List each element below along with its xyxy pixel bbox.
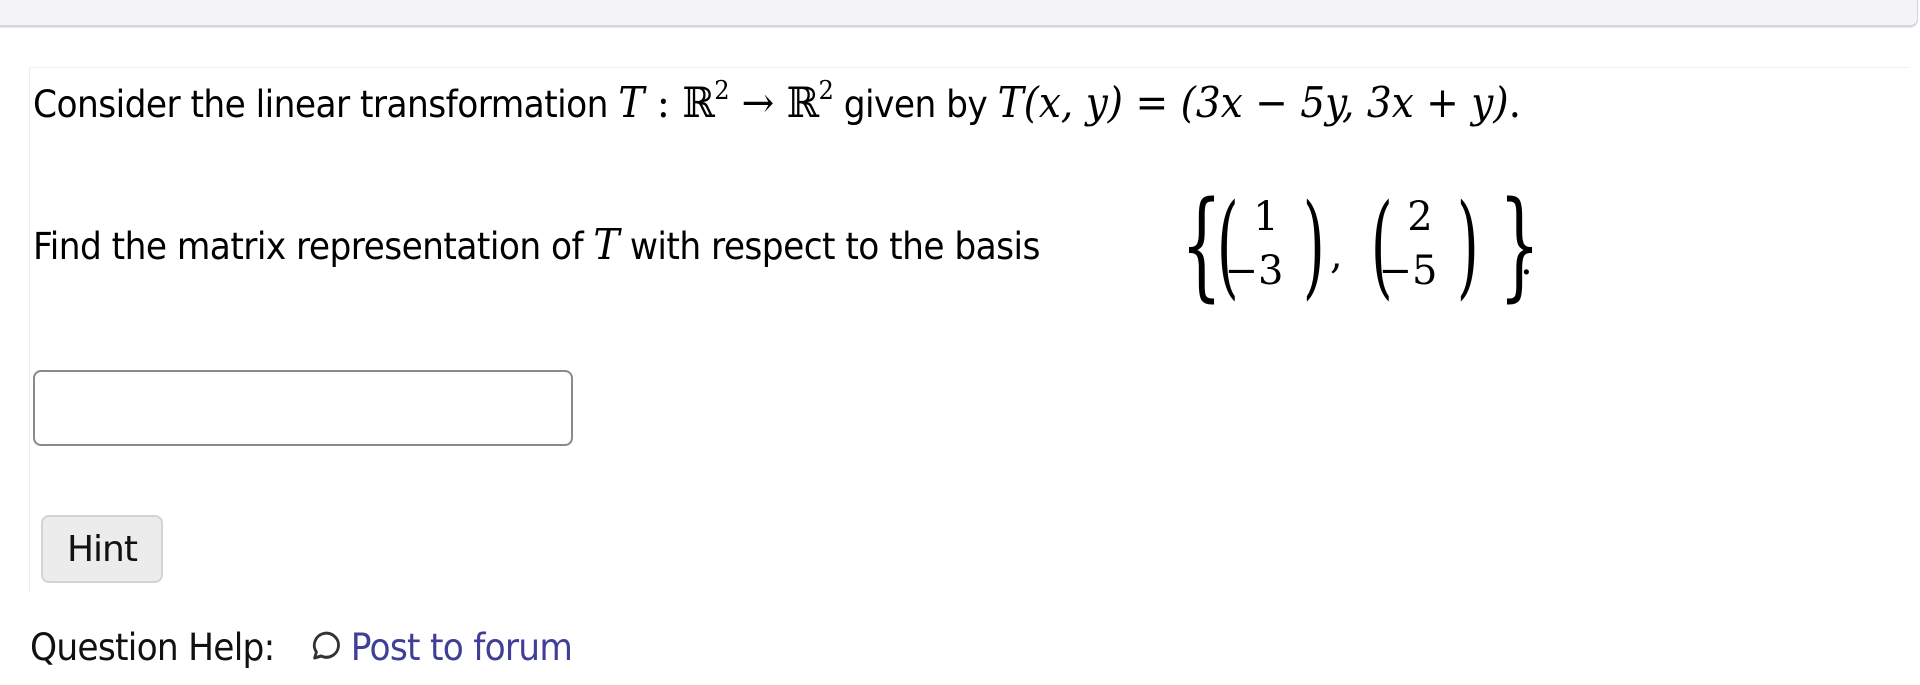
- math-domain: ℝ: [682, 78, 715, 127]
- math-equals: =: [1123, 78, 1181, 127]
- math-codomain-exponent: 2: [818, 76, 834, 106]
- math-domain-exponent: 2: [714, 76, 730, 106]
- vector2-bottom: −5: [1378, 248, 1438, 294]
- top-bar: [0, 0, 1918, 27]
- math-T-var: T: [593, 220, 620, 269]
- vector1-bottom: −3: [1224, 248, 1284, 294]
- question-help: Question Help: Post to forum: [30, 626, 573, 669]
- basis-period: .: [1520, 238, 1533, 284]
- math-T: T: [618, 78, 645, 127]
- statement-text: Consider the linear transformation: [33, 83, 619, 126]
- vector1-top: 1: [1253, 194, 1279, 240]
- speech-bubble-icon: [306, 628, 341, 666]
- math-colon: :: [644, 78, 683, 127]
- vector-separator: ,: [1330, 232, 1343, 278]
- question-task: Find the matrix representation of T with…: [33, 220, 1040, 269]
- math-func: T: [997, 78, 1024, 127]
- question-help-label: Question Help:: [30, 626, 275, 669]
- task-text-suffix: with respect to the basis: [619, 225, 1041, 268]
- math-arrow: →: [729, 78, 787, 127]
- math-image: (3x − 5y, 3x + y): [1180, 78, 1509, 127]
- answer-input[interactable]: [33, 370, 573, 446]
- vector2-right-paren: ): [1456, 181, 1479, 311]
- task-text: Find the matrix representation of: [33, 225, 594, 268]
- math-codomain: ℝ: [786, 78, 819, 127]
- math-args: (x, y): [1023, 78, 1124, 127]
- question-statement: Consider the linear transformation T : ℝ…: [33, 76, 1521, 127]
- vector2-top: 2: [1407, 194, 1433, 240]
- math-period: .: [1508, 78, 1522, 127]
- question-container: Consider the linear transformation T : ℝ…: [29, 67, 1910, 593]
- vector1-right-paren: ): [1302, 181, 1325, 311]
- basis-set: { ( 1 −3 ) , ( 2 −5 ) } .: [1170, 181, 1590, 313]
- statement-text-middle: given by: [833, 83, 998, 126]
- post-to-forum-link[interactable]: Post to forum: [351, 626, 573, 669]
- hint-button[interactable]: Hint: [41, 515, 163, 583]
